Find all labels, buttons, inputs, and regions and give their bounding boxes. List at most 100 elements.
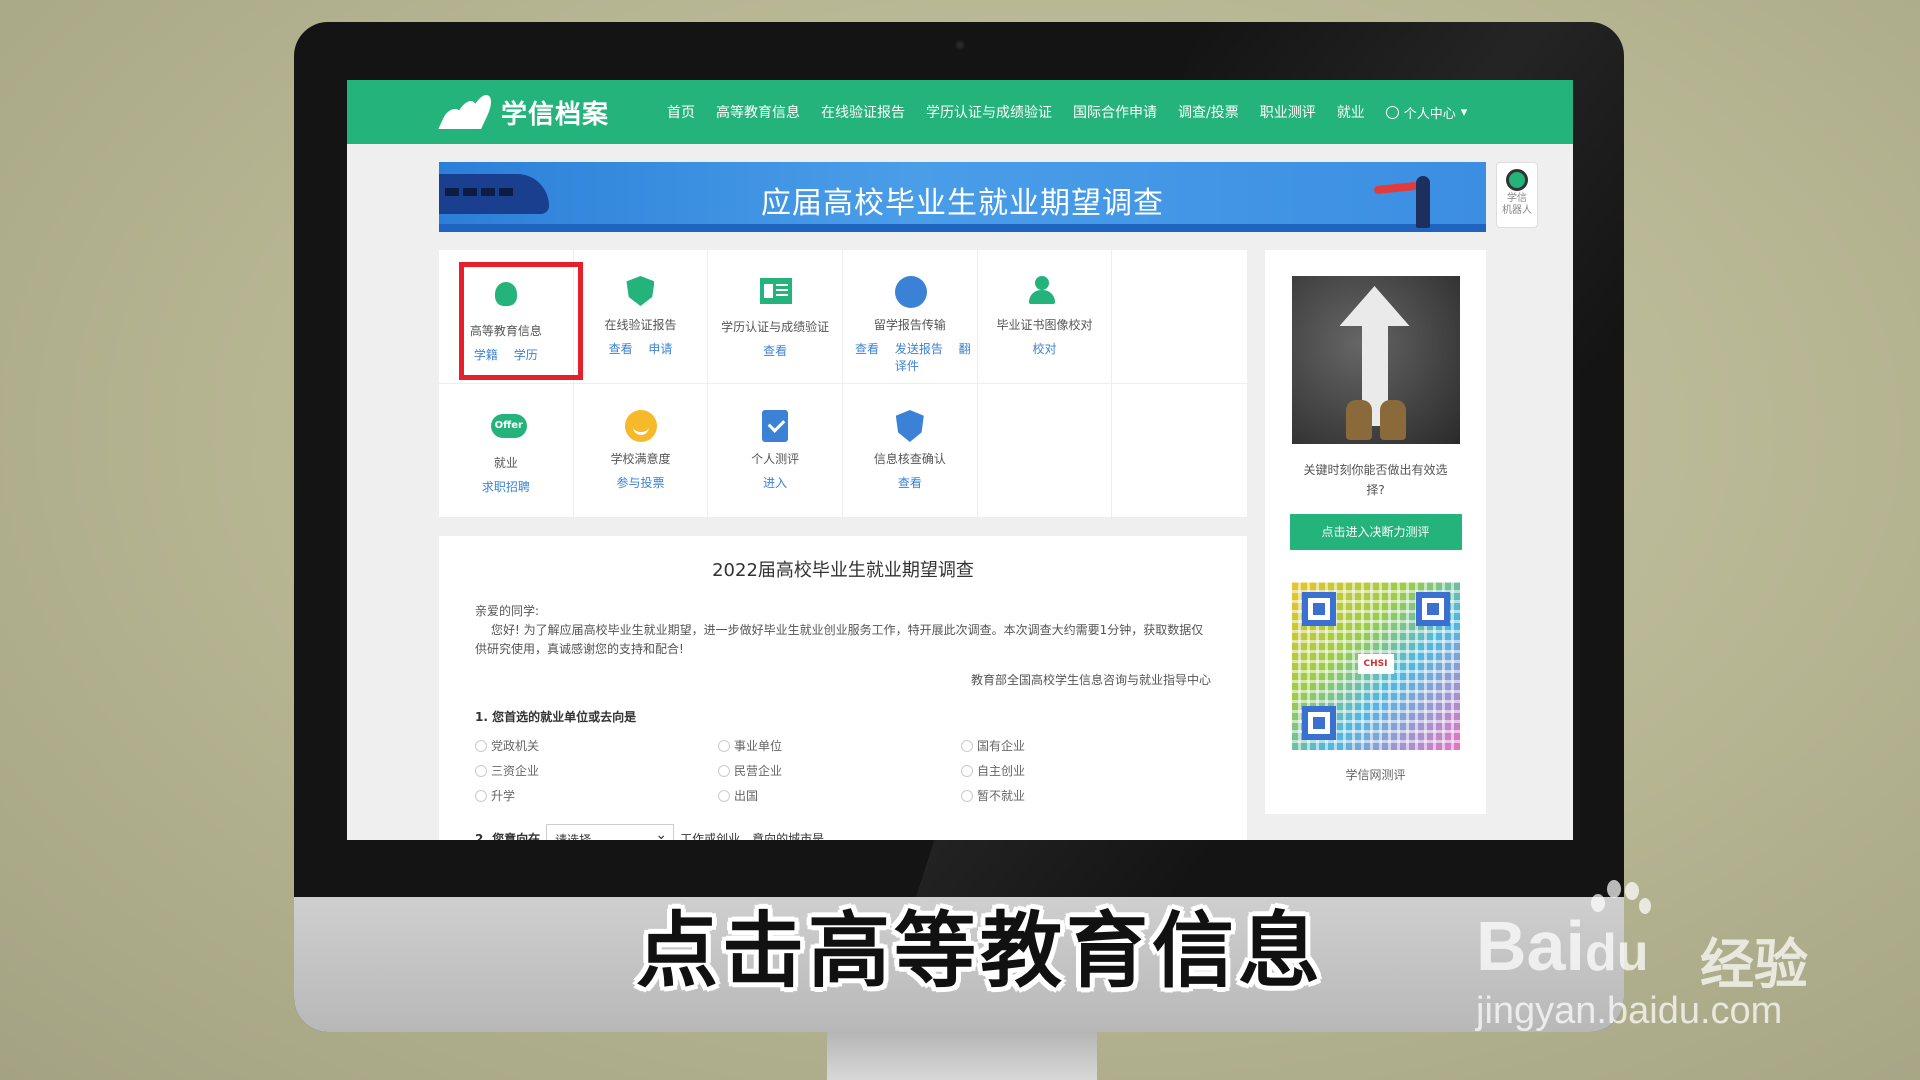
service-name: 学校满意度 (610, 452, 671, 466)
radio-button[interactable] (961, 764, 973, 777)
service-name: 在线验证报告 (604, 318, 677, 332)
option-abroad[interactable]: 出国 (718, 787, 961, 804)
service-empty (1112, 250, 1247, 384)
shield-check-icon (625, 276, 655, 306)
survey-intro: 您好! 为了解应届高校毕业生就业期望，进一步做好毕业生就业创业服务工作，特开展此… (475, 623, 1204, 656)
option-further-study[interactable]: 升学 (475, 787, 718, 804)
nav-online-verification[interactable]: 在线验证报告 (821, 102, 905, 122)
browser-screen: 学信档案 首页 高等教育信息 在线验证报告 学历认证与成绩验证 国际合作申请 调… (347, 80, 1573, 840)
service-study-abroad-report[interactable]: 留学报告传输 查看 发送报告 翻译件 (843, 250, 978, 384)
user-center-menu[interactable]: 个人中心 ▾ (1385, 103, 1468, 122)
clipboard-check-icon (760, 410, 790, 442)
person-illustration (1416, 176, 1430, 228)
nav-career-test[interactable]: 职业测评 (1260, 102, 1316, 122)
city-select[interactable]: 请选择 (546, 824, 675, 840)
radio-button[interactable] (475, 739, 487, 752)
caret-down-icon: ▾ (1460, 104, 1468, 120)
service-name: 就业 (493, 456, 518, 470)
survey-title: 2022届高校毕业生就业期望调查 (712, 560, 974, 581)
qr-label: 学信网测评 (1345, 768, 1406, 782)
link-enter[interactable]: 进入 (763, 476, 787, 490)
qr-code: CHSI (1291, 582, 1460, 750)
link-send-report[interactable]: 发送报告 (895, 342, 943, 356)
link-apply[interactable]: 申请 (648, 342, 672, 356)
user-check-icon (1029, 276, 1059, 306)
link-job-search[interactable]: 求职招聘 (482, 480, 530, 494)
option-government[interactable]: 党政机关 (475, 737, 718, 754)
radio-button[interactable] (475, 789, 487, 802)
service-online-verification[interactable]: 在线验证报告 查看 申请 (573, 250, 709, 384)
question-1: 1. 您首选的就业单位或去向是 (475, 710, 637, 724)
question-2-prefix: 2. 您意向在 (475, 831, 541, 841)
radio-button[interactable] (718, 789, 730, 802)
service-school-satisfaction[interactable]: 学校满意度 参与投票 (573, 384, 709, 518)
link-view[interactable]: 查看 (609, 342, 633, 356)
nav-international[interactable]: 国际合作申请 (1073, 102, 1157, 122)
service-personal-assessment[interactable]: 个人测评 进入 (708, 384, 843, 518)
survey-banner[interactable]: 应届高校毕业生就业期望调查 (439, 162, 1486, 232)
offer-icon: Offer (490, 414, 527, 444)
banner-title: 应届高校毕业生就业期望调查 (761, 186, 1164, 221)
option-self-employed[interactable]: 自主创业 (961, 762, 1204, 779)
link-view[interactable]: 查看 (763, 344, 787, 358)
decision-test-button[interactable]: 点击进入决断力测评 (1289, 514, 1462, 550)
service-name: 留学报告传输 (873, 318, 946, 332)
service-name: 信息核查确认 (873, 452, 946, 466)
nav-survey-vote[interactable]: 调查/投票 (1178, 102, 1239, 122)
survey-form: 2022届高校毕业生就业期望调查 亲爱的同学: 您好! 为了解应届高校毕业生就业… (439, 536, 1247, 840)
top-navigation: 学信档案 首页 高等教育信息 在线验证报告 学历认证与成绩验证 国际合作申请 调… (347, 80, 1573, 144)
logo-text: 学信档案 (501, 99, 610, 130)
service-degree-certification[interactable]: 学历认证与成绩验证 查看 (708, 250, 843, 384)
service-name: 个人测评 (751, 452, 800, 466)
radio-button[interactable] (718, 764, 730, 777)
user-center-label: 个人中心 (1403, 106, 1456, 122)
user-icon (1385, 105, 1399, 119)
video-caption: 点击高等教育信息 (636, 904, 1325, 999)
service-empty (1112, 384, 1247, 518)
camera (955, 40, 965, 50)
option-foreign-funded[interactable]: 三资企业 (475, 762, 718, 779)
nav-employment[interactable]: 就业 (1337, 102, 1365, 122)
service-empty (977, 384, 1113, 518)
option-state-owned[interactable]: 国有企业 (961, 737, 1204, 754)
service-employment[interactable]: Offer 就业 求职招聘 (439, 384, 574, 518)
option-public-institution[interactable]: 事业单位 (718, 737, 961, 754)
survey-greeting: 亲爱的同学: (475, 604, 540, 618)
link-view[interactable]: 查看 (855, 342, 879, 356)
option-not-employed[interactable]: 暂不就业 (961, 787, 1204, 804)
robot-assistant-button[interactable]: 学信 机器人 (1496, 162, 1538, 228)
robot-icon (1506, 169, 1528, 191)
service-certificate-proofread[interactable]: 毕业证书图像校对 校对 (977, 250, 1113, 384)
link-vote[interactable]: 参与投票 (616, 476, 664, 490)
nav-higher-education[interactable]: 高等教育信息 (716, 102, 800, 122)
radio-button[interactable] (961, 739, 973, 752)
monitor-stand (827, 1032, 1097, 1080)
graduate-icon (491, 282, 521, 312)
service-higher-education[interactable]: 高等教育信息 学籍 学历 (439, 250, 583, 384)
robot-label-1: 学信 (1507, 193, 1527, 204)
service-name: 学历认证与成绩验证 (721, 320, 830, 334)
option-private[interactable]: 民营企业 (718, 762, 961, 779)
link-view[interactable]: 查看 (898, 476, 922, 490)
nav-degree-certification[interactable]: 学历认证与成绩验证 (926, 102, 1052, 122)
logo-wave-icon (438, 95, 497, 129)
survey-organization: 教育部全国高校学生信息咨询与就业指导中心 (970, 673, 1211, 687)
link-proofread[interactable]: 校对 (1032, 342, 1056, 356)
qr-center-logo: CHSI (1357, 654, 1394, 674)
smile-icon (625, 410, 658, 442)
services-grid: 高等教育信息 学籍 学历 在线验证报告 查看 申请 学历认证与成绩验证 查看 留… (439, 250, 1247, 518)
watermark-url: jingyan.baidu.com (1476, 990, 1783, 1032)
site-logo[interactable]: 学信档案 (438, 94, 610, 131)
service-info-verification[interactable]: 信息核查确认 查看 (843, 384, 978, 518)
radio-button[interactable] (475, 764, 487, 777)
nav-home[interactable]: 首页 (667, 102, 695, 122)
radio-button[interactable] (961, 789, 973, 802)
arrow-crossroad-image[interactable] (1291, 276, 1460, 444)
side-panel: 关键时刻你能否做出有效选择? 点击进入决断力测评 CHSI 学信网测评 (1265, 250, 1486, 814)
robot-label-2: 机器人 (1502, 205, 1532, 216)
decision-question: 关键时刻你能否做出有效选择? (1303, 463, 1448, 497)
watermark-brand: Baidu (1476, 907, 1649, 985)
globe-icon (894, 276, 927, 308)
user-shield-icon (895, 410, 925, 442)
radio-button[interactable] (718, 739, 730, 752)
